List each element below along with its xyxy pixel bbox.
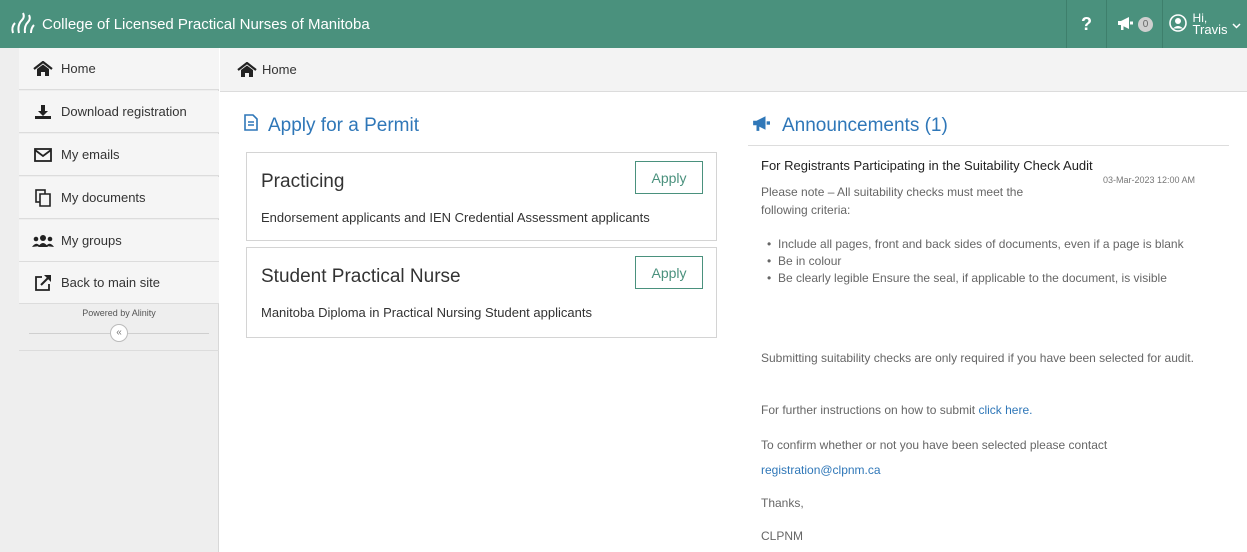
permit-title: Student Practical Nurse: [261, 266, 461, 287]
apply-permit-title: Apply for a Permit: [268, 114, 419, 136]
brand[interactable]: College of Licensed Practical Nurses of …: [8, 0, 370, 48]
divider: [748, 145, 1229, 146]
sidebar-item-label: My emails: [61, 147, 120, 162]
download-icon: [31, 103, 55, 121]
apply-practicing-button[interactable]: Apply: [635, 161, 703, 194]
email-link[interactable]: registration@clpnm.ca: [761, 463, 881, 477]
app-title: College of Licensed Practical Nurses of …: [42, 15, 370, 33]
list-item: Be in colour: [761, 253, 1201, 269]
announcement-intro: Please note – All suitability checks mus…: [761, 183, 1023, 219]
permit-title: Practicing: [261, 171, 345, 192]
announcement-date: 03-Mar-2023 12:00 AM: [1103, 175, 1196, 185]
greeting-name: Travis: [1192, 22, 1228, 37]
powered-by-section: Powered by Alinity «: [19, 304, 219, 351]
sidebar-item-my-emails[interactable]: My emails: [19, 134, 219, 176]
external-link-icon: [31, 274, 55, 292]
permit-card-practicing: Practicing Apply Endorsement applicants …: [246, 152, 717, 241]
sidebar-item-label: My documents: [61, 190, 146, 205]
announcement-count-badge: 0: [1138, 16, 1153, 32]
sidebar-item-back-to-main-site[interactable]: Back to main site: [19, 262, 219, 304]
announcements-button[interactable]: 0: [1106, 0, 1162, 48]
breadcrumb: Home: [220, 48, 1247, 92]
announcement-title: For Registrants Participating in the Sui…: [761, 158, 1093, 173]
sidebar-item-label: Back to main site: [61, 275, 160, 290]
permit-card-student-practical-nurse: Student Practical Nurse Apply Manitoba D…: [246, 247, 717, 338]
document-icon: [244, 114, 268, 137]
megaphone-icon: [1116, 15, 1134, 34]
thanks-text: Thanks,: [761, 496, 804, 510]
sidebar-item-download-registration[interactable]: Download registration: [19, 91, 219, 133]
apply-permit-heading: Apply for a Permit: [244, 114, 419, 137]
sidebar: Home Download registration My emails My …: [0, 48, 219, 552]
user-menu[interactable]: Hi, Travis: [1162, 0, 1247, 48]
apply-student-button[interactable]: Apply: [635, 256, 703, 289]
list-item: Include all pages, front and back sides …: [761, 236, 1201, 252]
sidebar-item-label: Download registration: [61, 104, 187, 119]
groups-icon: [31, 232, 55, 250]
user-greeting: Hi, Travis: [1193, 12, 1228, 36]
megaphone-icon: [750, 114, 782, 138]
click-here-link[interactable]: click here.: [978, 403, 1032, 417]
sidebar-item-my-groups[interactable]: My groups: [19, 220, 219, 262]
announcement-intro-line: following criteria:: [761, 203, 851, 217]
documents-icon: [31, 188, 55, 207]
announcement-intro-line: Please note – All suitability checks mus…: [761, 185, 1024, 199]
top-bar: College of Licensed Practical Nurses of …: [0, 0, 1247, 48]
home-icon: [31, 60, 55, 78]
sidebar-item-my-documents[interactable]: My documents: [19, 177, 219, 219]
top-actions: ? 0 Hi, Travis: [1066, 0, 1247, 48]
audit-note: Submitting suitability checks are only r…: [761, 351, 1194, 365]
criteria-list: Include all pages, front and back sides …: [761, 236, 1201, 287]
help-button[interactable]: ?: [1066, 0, 1106, 48]
signoff-text: CLPNM: [761, 529, 804, 543]
confirm-text: To confirm whether or not you have been …: [761, 438, 1108, 452]
home-icon: [237, 61, 257, 78]
user-avatar-icon: [1168, 13, 1187, 35]
instructions-text: For further instructions on how to submi…: [761, 401, 1032, 419]
announcements-heading: Announcements (1): [750, 114, 948, 138]
sidebar-item-label: Home: [61, 61, 96, 76]
list-item: Be clearly legible Ensure the seal, if a…: [761, 270, 1201, 286]
powered-by-text: Powered by Alinity: [82, 308, 156, 318]
college-logo-icon: [8, 9, 38, 39]
announcements-title: Announcements (1): [782, 115, 948, 136]
instructions-prefix: For further instructions on how to submi…: [761, 403, 976, 417]
chevron-down-icon: [1232, 17, 1241, 32]
collapse-sidebar-button[interactable]: «: [110, 324, 128, 342]
envelope-icon: [31, 146, 55, 164]
sidebar-item-label: My groups: [61, 233, 122, 248]
permit-description: Manitoba Diploma in Practical Nursing St…: [261, 305, 592, 320]
sidebar-item-home[interactable]: Home: [19, 48, 219, 90]
permit-description: Endorsement applicants and IEN Credentia…: [261, 210, 650, 225]
breadcrumb-home[interactable]: Home: [262, 62, 297, 77]
contact-email: registration@clpnm.ca: [761, 461, 881, 479]
help-icon: ?: [1081, 13, 1092, 34]
